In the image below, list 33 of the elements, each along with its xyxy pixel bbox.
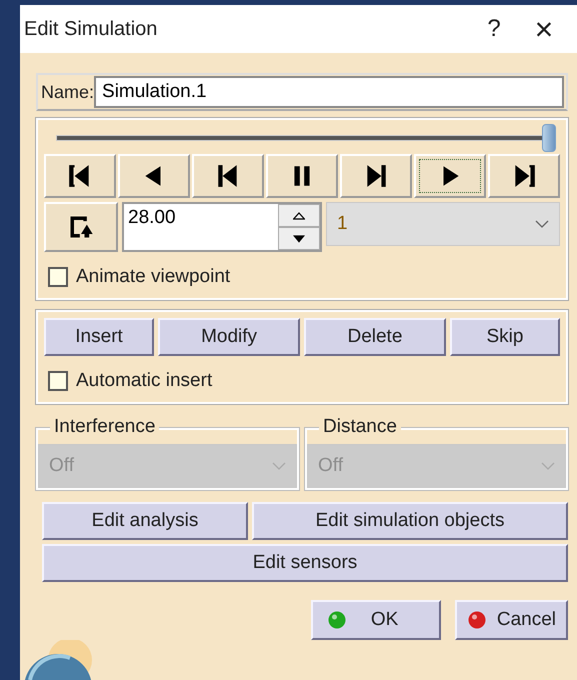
ball-icon bbox=[326, 610, 347, 630]
action-button[interactable]: Delete bbox=[304, 318, 446, 356]
chevron-icon bbox=[535, 220, 549, 228]
step-dropdown[interactable]: 1 bbox=[326, 202, 560, 246]
checkbox-label: Animate viewpoint bbox=[76, 266, 230, 288]
first-button[interactable] bbox=[44, 154, 116, 198]
chevron-icon bbox=[272, 462, 286, 470]
camera-button[interactable] bbox=[44, 202, 118, 252]
action-button[interactable]: Skip bbox=[450, 318, 560, 356]
play-button[interactable] bbox=[414, 154, 486, 198]
checkbox-label: Automatic insert bbox=[76, 370, 212, 392]
checkbox[interactable] bbox=[48, 267, 68, 287]
name-field[interactable]: Simulation.1 bbox=[94, 76, 564, 108]
action-button[interactable]: Insert bbox=[44, 318, 154, 356]
last-button[interactable] bbox=[488, 154, 560, 198]
edit-button[interactable]: Edit simulation objects bbox=[252, 502, 568, 540]
slider-thumb[interactable] bbox=[542, 124, 556, 152]
back-button[interactable] bbox=[118, 154, 190, 198]
step-back-button[interactable] bbox=[192, 154, 264, 198]
checkbox[interactable] bbox=[48, 371, 68, 391]
close-button[interactable]: × bbox=[519, 10, 569, 48]
help-button[interactable]: ? bbox=[469, 14, 519, 44]
ball-icon bbox=[466, 610, 487, 630]
edit-button[interactable]: Edit sensors bbox=[42, 544, 568, 582]
step-forward-button[interactable] bbox=[340, 154, 412, 198]
edit-button[interactable]: Edit analysis bbox=[42, 502, 248, 540]
cancel-button[interactable]: Cancel bbox=[454, 600, 568, 640]
window-title: Edit Simulation bbox=[24, 18, 158, 40]
action-button[interactable]: Modify bbox=[158, 318, 300, 356]
pause-button[interactable] bbox=[266, 154, 338, 198]
ok-button[interactable]: OK bbox=[310, 600, 441, 640]
chevron-icon bbox=[541, 462, 555, 470]
name-label: Name: bbox=[41, 82, 94, 102]
